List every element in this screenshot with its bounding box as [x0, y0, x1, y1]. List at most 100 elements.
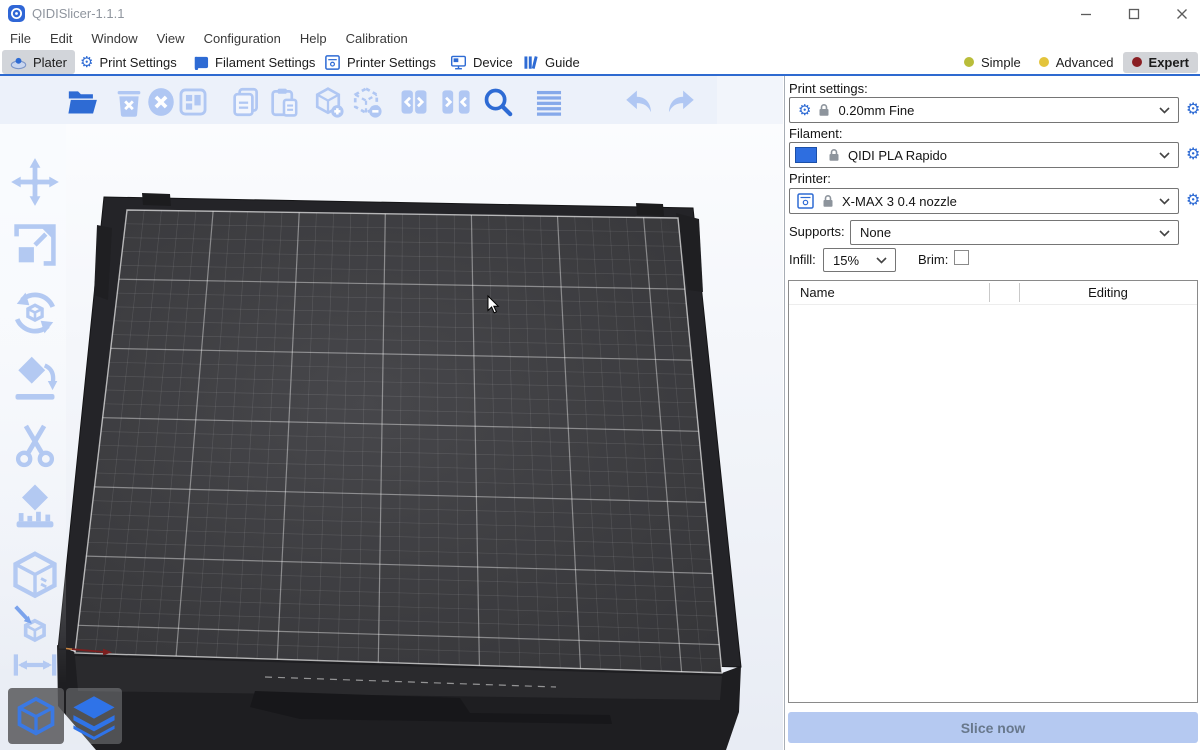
- editor-3d-icon[interactable]: [8, 688, 64, 744]
- move-icon[interactable]: [9, 156, 61, 208]
- tab-label: Printer Settings: [347, 55, 436, 70]
- mode-simple[interactable]: Simple: [955, 52, 1030, 73]
- edit-filament-button[interactable]: ⚙: [1186, 146, 1200, 164]
- close-button[interactable]: [1160, 0, 1200, 28]
- slice-now-label: Slice now: [961, 720, 1026, 736]
- infill-label: Infill:: [789, 252, 816, 267]
- mode-label: Advanced: [1056, 55, 1114, 70]
- tab-label: Print Settings: [99, 55, 176, 70]
- chevron-down-icon: [876, 257, 887, 264]
- bed-scene: [0, 76, 783, 750]
- minimize-button[interactable]: [1064, 0, 1108, 28]
- tab-label: Guide: [545, 55, 580, 70]
- arrange-icon[interactable]: [176, 85, 210, 121]
- infill-value: 15%: [833, 253, 859, 268]
- split-to-objects-icon[interactable]: [397, 85, 431, 121]
- filament-label: Filament:: [789, 126, 842, 141]
- tab-device[interactable]: Device: [442, 50, 521, 74]
- menu-edit[interactable]: Edit: [48, 30, 74, 47]
- tab-printer-settings[interactable]: Printer Settings: [316, 50, 444, 74]
- supports-combo[interactable]: None: [850, 220, 1179, 245]
- undo-icon[interactable]: [622, 85, 656, 121]
- menu-configuration[interactable]: Configuration: [202, 30, 283, 47]
- mode-label: Simple: [981, 55, 1021, 70]
- print-settings-value: 0.20mm Fine: [838, 103, 914, 118]
- object-list[interactable]: Name Editing: [788, 280, 1198, 703]
- print-settings-combo[interactable]: ⚙ 0.20mm Fine: [789, 97, 1179, 123]
- supports-value: None: [860, 225, 891, 240]
- settings-panel: Print settings: ⚙ 0.20mm Fine ⚙ Filament…: [784, 76, 1200, 750]
- lock-icon: [822, 194, 834, 208]
- split-to-parts-icon[interactable]: [439, 85, 473, 121]
- window-title: QIDISlicer-1.1.1: [32, 6, 124, 21]
- printer-box-icon: [797, 193, 814, 209]
- edit-print-settings-button[interactable]: ⚙: [1186, 101, 1200, 119]
- gear-icon: ⚙: [798, 103, 811, 118]
- device-monitor-icon: [450, 54, 467, 71]
- cut-icon[interactable]: [9, 419, 61, 471]
- gear-icon: ⚙: [80, 55, 93, 70]
- menubar: File Edit Window View Configuration Help…: [0, 28, 1200, 49]
- measure-icon[interactable]: [9, 549, 61, 601]
- tab-label: Device: [473, 55, 513, 70]
- variable-layer-height-icon[interactable]: [532, 85, 566, 121]
- brim-checkbox[interactable]: [954, 250, 969, 265]
- tab-plater[interactable]: Plater: [2, 50, 75, 74]
- chevron-down-icon: [1159, 107, 1170, 114]
- delete-icon[interactable]: [112, 85, 146, 121]
- open-project-icon[interactable]: [66, 85, 100, 121]
- axis-origin-marker: [66, 649, 73, 650]
- width-icon[interactable]: [9, 648, 61, 682]
- maximize-button[interactable]: [1112, 0, 1156, 28]
- tab-guide[interactable]: Guide: [514, 50, 588, 74]
- mode-dot: [1132, 57, 1142, 67]
- filament-icon: [192, 54, 209, 71]
- printer-combo[interactable]: X-MAX 3 0.4 nozzle: [789, 188, 1179, 214]
- tab-label: Filament Settings: [215, 55, 315, 70]
- mode-label: Expert: [1149, 55, 1189, 70]
- menu-help[interactable]: Help: [298, 30, 329, 47]
- app-logo-icon: [8, 5, 25, 22]
- mode-expert[interactable]: Expert: [1123, 52, 1198, 73]
- chevron-down-icon: [1159, 152, 1170, 159]
- paint-supports-icon[interactable]: [9, 481, 61, 533]
- supports-label: Supports:: [789, 224, 845, 239]
- place-on-face-icon[interactable]: [9, 352, 61, 404]
- menu-view[interactable]: View: [155, 30, 187, 47]
- mode-advanced[interactable]: Advanced: [1030, 52, 1123, 73]
- scale-icon[interactable]: [9, 219, 61, 271]
- menu-file[interactable]: File: [8, 30, 33, 47]
- tab-print-settings[interactable]: ⚙ Print Settings: [72, 50, 185, 74]
- delete-all-icon[interactable]: [144, 85, 178, 121]
- preview-layers-icon[interactable]: [66, 688, 122, 744]
- menu-window[interactable]: Window: [89, 30, 139, 47]
- mode-switcher: Simple Advanced Expert: [955, 50, 1198, 74]
- edit-printer-button[interactable]: ⚙: [1186, 192, 1200, 210]
- mode-dot: [1039, 57, 1049, 67]
- add-instance-icon[interactable]: [311, 85, 345, 121]
- titlebar: QIDISlicer-1.1.1: [0, 0, 1200, 28]
- search-icon[interactable]: [481, 85, 515, 121]
- lock-icon: [818, 103, 830, 117]
- printer-label: Printer:: [789, 171, 831, 186]
- copy-icon[interactable]: [229, 85, 263, 121]
- tabbar: Plater ⚙ Print Settings Filament Setting…: [0, 49, 1200, 76]
- filament-color-swatch: [795, 147, 817, 163]
- column-editing: Editing: [1019, 285, 1197, 300]
- column-name: Name: [800, 285, 835, 300]
- printer-box-icon: [324, 54, 341, 71]
- viewport-3d[interactable]: [0, 76, 783, 750]
- paste-icon[interactable]: [267, 85, 301, 121]
- lock-icon: [828, 148, 840, 162]
- remove-instance-icon[interactable]: [349, 85, 383, 121]
- chevron-down-icon: [1159, 198, 1170, 205]
- redo-icon[interactable]: [664, 85, 698, 121]
- infill-combo[interactable]: 15%: [823, 248, 896, 272]
- seam-icon[interactable]: [9, 600, 61, 646]
- rotate-icon[interactable]: [9, 287, 61, 339]
- menu-calibration[interactable]: Calibration: [344, 30, 410, 47]
- tab-filament-settings[interactable]: Filament Settings: [184, 50, 323, 74]
- filament-combo[interactable]: QIDI PLA Rapido: [789, 142, 1179, 168]
- slice-now-button[interactable]: Slice now: [788, 712, 1198, 743]
- tab-label: Plater: [33, 55, 67, 70]
